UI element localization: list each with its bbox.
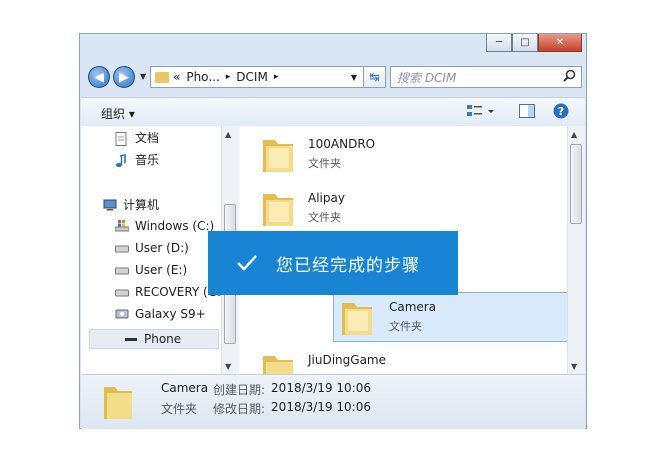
folder-icon [263,194,293,226]
forward-button[interactable]: ▶ [113,66,135,88]
sidebar-item-galaxy[interactable]: Galaxy S9+ [115,307,206,321]
details-name: Camera [161,381,209,395]
details-type: 文件夹 [161,402,198,416]
address-bar[interactable]: « Pho... ▸ DCIM ▸ ▼ [150,66,364,88]
navigation-pane: 文档 音乐 计算机 Windows (C:) User (D:) User (E… [81,126,221,374]
sidebar-item-drive-e[interactable]: User (E:) [115,263,187,277]
sidebar-item-drive-g[interactable]: RECOVERY (G: [115,285,221,299]
computer-icon [103,199,117,211]
phone-icon [124,333,138,345]
file-name: Alipay [308,191,345,205]
history-dropdown-icon[interactable]: ▼ [140,72,146,81]
details-pane: Camera 创建日期: 2018/3/19 10:06 文件夹 修改日期: 2… [81,374,585,429]
refresh-button[interactable]: ↹ [364,66,386,88]
refresh-icon: ↹ [369,70,380,84]
sidebar-item-music[interactable]: 音乐 [115,151,159,168]
modified-value: 2018/3/19 10:06 [271,400,371,414]
windows-drive-icon [114,220,130,232]
music-icon [115,153,129,167]
sidebar-item-label: 文档 [135,131,160,145]
search-box[interactable]: 搜索 DCIM [390,66,582,88]
organize-button[interactable]: 组织 ▾ [101,105,135,122]
details-row-created: Camera 创建日期: 2018/3/19 10:06 [161,381,371,398]
sidebar-item-label: Windows (C:) [135,219,215,233]
back-button[interactable]: ◀ [88,66,110,88]
sidebar-item-phone[interactable]: Phone [89,329,219,349]
scroll-down-icon[interactable]: ▼ [571,362,577,371]
sidebar-item-label: 音乐 [135,153,160,167]
completion-toast: 您已经完成的步骤 [208,231,458,295]
breadcrumb-dcim[interactable]: DCIM [236,70,268,84]
checkmark-icon [236,254,276,272]
created-label: 创建日期: [213,383,266,397]
drive-icon [115,242,129,254]
details-row-modified: 文件夹 修改日期: 2018/3/19 10:06 [161,400,371,417]
breadcrumb-overflow[interactable]: « [173,70,180,84]
scroll-up-icon[interactable]: ▲ [225,130,231,139]
file-type: 文件夹 [389,320,422,333]
folder-icon [263,140,293,172]
drive-icon [115,264,129,276]
maximize-button[interactable]: □ [512,34,538,52]
breadcrumb-separator-icon[interactable]: ▸ [274,72,279,82]
file-name: JiuDingGame [308,353,386,367]
sidebar-item-label: User (E:) [135,263,188,277]
sidebar-item-label: User (D:) [135,241,189,255]
drive-icon [115,286,129,298]
modified-label: 修改日期: [213,402,266,416]
close-button[interactable]: ✕ [538,34,582,52]
sidebar-item-documents[interactable]: 文档 [115,129,159,146]
breadcrumb-separator-icon[interactable]: ▸ [226,72,231,82]
navigation-bar: ◀ ▶ ▼ « Pho... ▸ DCIM ▸ ▼ ↹ 搜索 DCIM [88,64,582,90]
file-name: Camera [389,300,437,314]
preview-pane-icon[interactable] [519,104,535,121]
search-icon[interactable] [563,69,581,86]
folder-icon [104,387,132,419]
svg-text:?: ? [558,105,564,118]
document-icon [115,131,129,146]
file-name: 100ANDRO [308,137,376,151]
scroll-down-icon[interactable]: ▼ [225,362,231,371]
sidebar-item-label: Galaxy S9+ [135,307,206,321]
phone-device-icon [115,308,129,320]
view-menu-icon[interactable] [467,104,495,121]
help-icon[interactable]: ? [553,103,569,122]
file-type: 文件夹 [308,211,341,224]
list-item[interactable]: Alipay 文件夹 [253,184,491,234]
scroll-up-icon[interactable]: ▲ [571,130,577,139]
list-item[interactable]: 100ANDRO 文件夹 [253,130,491,180]
minimize-button[interactable]: ─ [486,34,512,52]
sidebar-item-label: 计算机 [123,198,160,212]
file-list-scrollbar[interactable]: ▲ ▼ [567,126,585,374]
list-item-selected[interactable]: Camera 文件夹 [333,292,573,342]
search-input[interactable]: 搜索 DCIM [391,69,563,86]
created-value: 2018/3/19 10:06 [271,381,371,395]
folder-icon [342,303,372,335]
toast-message: 您已经完成的步骤 [276,255,420,276]
caption-buttons: ─ □ ✕ [486,34,582,52]
sidebar-item-label: Phone [144,332,182,346]
command-bar: 组织 ▾ ? [81,97,585,127]
breadcrumb-phone[interactable]: Pho... [186,70,219,84]
sidebar-item-drive-c[interactable]: Windows (C:) [114,219,215,233]
file-type: 文件夹 [308,157,341,170]
folder-icon [155,71,169,83]
sidebar-item-computer[interactable]: 计算机 [103,196,159,213]
address-dropdown-icon[interactable]: ▼ [351,73,357,82]
file-list-scrollbar-thumb[interactable] [570,144,582,224]
sidebar-item-drive-d[interactable]: User (D:) [115,241,189,255]
